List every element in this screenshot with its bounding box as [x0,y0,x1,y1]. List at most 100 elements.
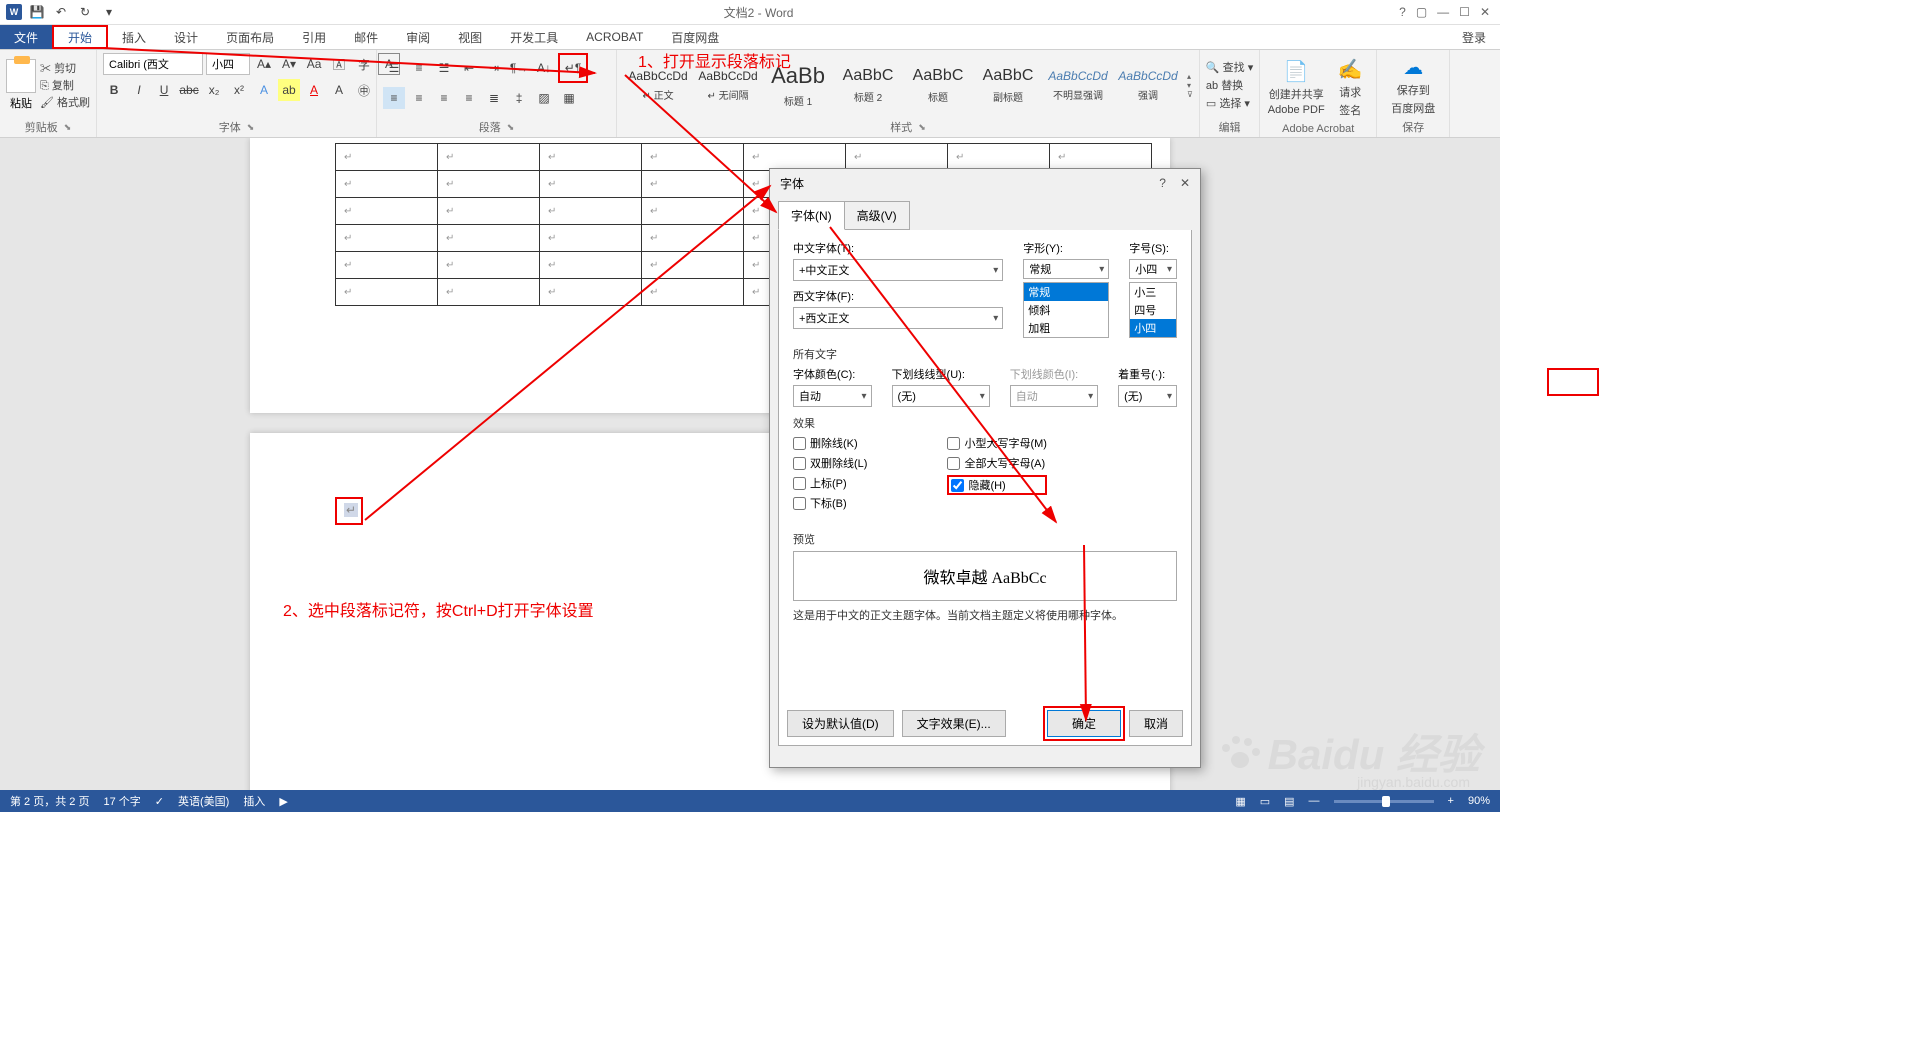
underline-icon[interactable]: U [153,79,175,101]
sub-checkbox[interactable]: 下标(B) [793,495,867,511]
redo-icon[interactable]: ↻ [76,3,94,21]
paste-icon[interactable] [6,59,36,93]
align-right-icon[interactable]: ≡ [433,87,455,109]
language-status[interactable]: 英语(美国) [178,793,229,809]
select-button[interactable]: ▭ 选择 ▾ [1206,95,1253,111]
sup-checkbox[interactable]: 上标(P) [793,475,867,491]
clear-format-icon[interactable]: 🄰 [328,53,350,75]
show-marks-button[interactable]: ↵¶ [562,57,584,79]
format-painter-button[interactable]: 🖌 格式刷 [40,94,90,110]
paragraph-launcher-icon[interactable]: ⬊ [507,122,515,133]
text-effects-button[interactable]: 文字效果(E)... [902,710,1006,737]
read-mode-icon[interactable]: ▭ [1260,795,1270,808]
size-listbox[interactable]: 小三四号小四 [1129,282,1177,338]
increase-indent-icon[interactable]: ⇥ [483,57,505,79]
strike-icon[interactable]: abc [178,79,200,101]
word-count[interactable]: 17 个字 [103,793,140,809]
zoom-out-icon[interactable]: — [1309,795,1320,807]
tab-insert[interactable]: 插入 [108,25,160,49]
tab-layout[interactable]: 页面布局 [212,25,288,49]
create-pdf-button[interactable]: 📄 创建并共享 Adobe PDF [1266,59,1326,116]
cn-font-combo[interactable]: +中文正文 [793,259,1003,281]
align-center-icon[interactable]: ≡ [408,87,430,109]
tab-developer[interactable]: 开发工具 [496,25,572,49]
phonetic-icon[interactable]: 字 [353,53,375,75]
tab-file[interactable]: 文件 [0,25,52,49]
copy-button[interactable]: ⎘ 复制 [40,77,90,93]
clipboard-launcher-icon[interactable]: ⬊ [64,122,72,133]
distribute-icon[interactable]: ≣ [483,87,505,109]
paragraph-mark[interactable]: ↵ [344,503,358,517]
line-spacing-icon[interactable]: ‡ [508,87,530,109]
char-shading-icon[interactable]: A [328,79,350,101]
multilevel-icon[interactable]: ☱ [433,57,455,79]
maximize-icon[interactable]: ☐ [1459,5,1470,19]
style-item-3[interactable]: AaBbC标题 2 [833,53,903,117]
ribbon-options-icon[interactable]: ▢ [1416,5,1427,19]
style-input[interactable]: 常规 [1023,259,1109,279]
dialog-close-icon[interactable]: ✕ [1180,176,1190,190]
change-case-icon[interactable]: Aa [303,53,325,75]
zoom-slider[interactable] [1334,800,1434,803]
paste-button[interactable]: 粘贴 [10,95,32,111]
style-item-5[interactable]: AaBbC副标题 [973,53,1043,117]
insert-mode[interactable]: 插入 [243,793,265,809]
west-font-combo[interactable]: +西文正文 [793,307,1003,329]
font-name-combo[interactable]: Calibri (西文 [103,53,203,75]
style-item-1[interactable]: AaBbCcDd↵ 无间隔 [693,53,763,117]
zoom-level[interactable]: 90% [1468,795,1490,807]
justify-icon[interactable]: ≡ [458,87,480,109]
save-baidu-button[interactable]: ☁ 保存到 百度网盘 [1383,55,1443,116]
cut-button[interactable]: ✂ 剪切 [40,60,90,76]
tab-baidu[interactable]: 百度网盘 [657,25,733,49]
font-launcher-icon[interactable]: ⬊ [247,122,255,133]
cancel-button[interactable]: 取消 [1129,710,1183,737]
align-left-icon[interactable]: ≡ [383,87,405,109]
spell-check-icon[interactable]: ✓ [155,795,164,808]
styles-gallery[interactable]: AaBbCcDd↵ 正文AaBbCcDd↵ 无间隔AaBb标题 1AaBbC标题… [623,53,1183,117]
request-sign-button[interactable]: ✍ 请求 签名 [1330,57,1370,118]
sort-icon[interactable]: A↓ [533,57,555,79]
dialog-tab-font[interactable]: 字体(N) [778,201,845,230]
zoom-in-icon[interactable]: + [1448,795,1454,807]
login-link[interactable]: 登录 [1462,25,1500,49]
style-item-6[interactable]: AaBbCcDd不明显强调 [1043,53,1113,117]
tab-acrobat[interactable]: ACROBAT [572,25,657,49]
tab-references[interactable]: 引用 [288,25,340,49]
smallcaps-checkbox[interactable]: 小型大写字母(M) [947,435,1047,451]
replace-button[interactable]: ab 替换 [1206,77,1253,93]
find-button[interactable]: 🔍 查找 ▾ [1206,59,1253,75]
dstrike-checkbox[interactable]: 双删除线(L) [793,455,867,471]
text-effects-icon[interactable]: A [253,79,275,101]
borders-icon[interactable]: ▦ [558,87,580,109]
color-combo[interactable]: 自动 [793,385,872,407]
shrink-font-icon[interactable]: A▾ [278,53,300,75]
macro-icon[interactable]: ▶ [279,795,287,808]
tab-review[interactable]: 审阅 [392,25,444,49]
enclose-char-icon[interactable]: ㊥ [353,79,375,101]
ucolor-combo[interactable]: 自动 [1010,385,1098,407]
subscript-icon[interactable]: x₂ [203,79,225,101]
default-button[interactable]: 设为默认值(D) [787,710,894,737]
numbering-icon[interactable]: ≡ [408,57,430,79]
tab-mailings[interactable]: 邮件 [340,25,392,49]
emphasis-combo[interactable]: (无) [1118,385,1177,407]
allcaps-checkbox[interactable]: 全部大写字母(A) [947,455,1047,471]
web-layout-icon[interactable]: ▤ [1284,795,1294,808]
ok-button[interactable]: 确定 [1047,710,1121,737]
underline-combo[interactable]: (无) [892,385,990,407]
undo-icon[interactable]: ↶ [52,3,70,21]
dialog-tab-advanced[interactable]: 高级(V) [844,201,910,230]
hidden-checkbox[interactable]: 隐藏(H) [947,475,1047,495]
style-item-2[interactable]: AaBb标题 1 [763,53,833,117]
save-icon[interactable]: 💾 [28,3,46,21]
style-item-4[interactable]: AaBbC标题 [903,53,973,117]
help-icon[interactable]: ? [1399,5,1406,19]
decrease-indent-icon[interactable]: ⇤ [458,57,480,79]
strike-checkbox[interactable]: 删除线(K) [793,435,867,451]
superscript-icon[interactable]: x² [228,79,250,101]
tab-home[interactable]: 开始 [52,25,108,49]
styles-up-icon[interactable]: ▴ [1187,72,1193,81]
ltr-icon[interactable]: ¶→ [508,57,530,79]
style-listbox[interactable]: 常规倾斜加粗 [1023,282,1109,338]
